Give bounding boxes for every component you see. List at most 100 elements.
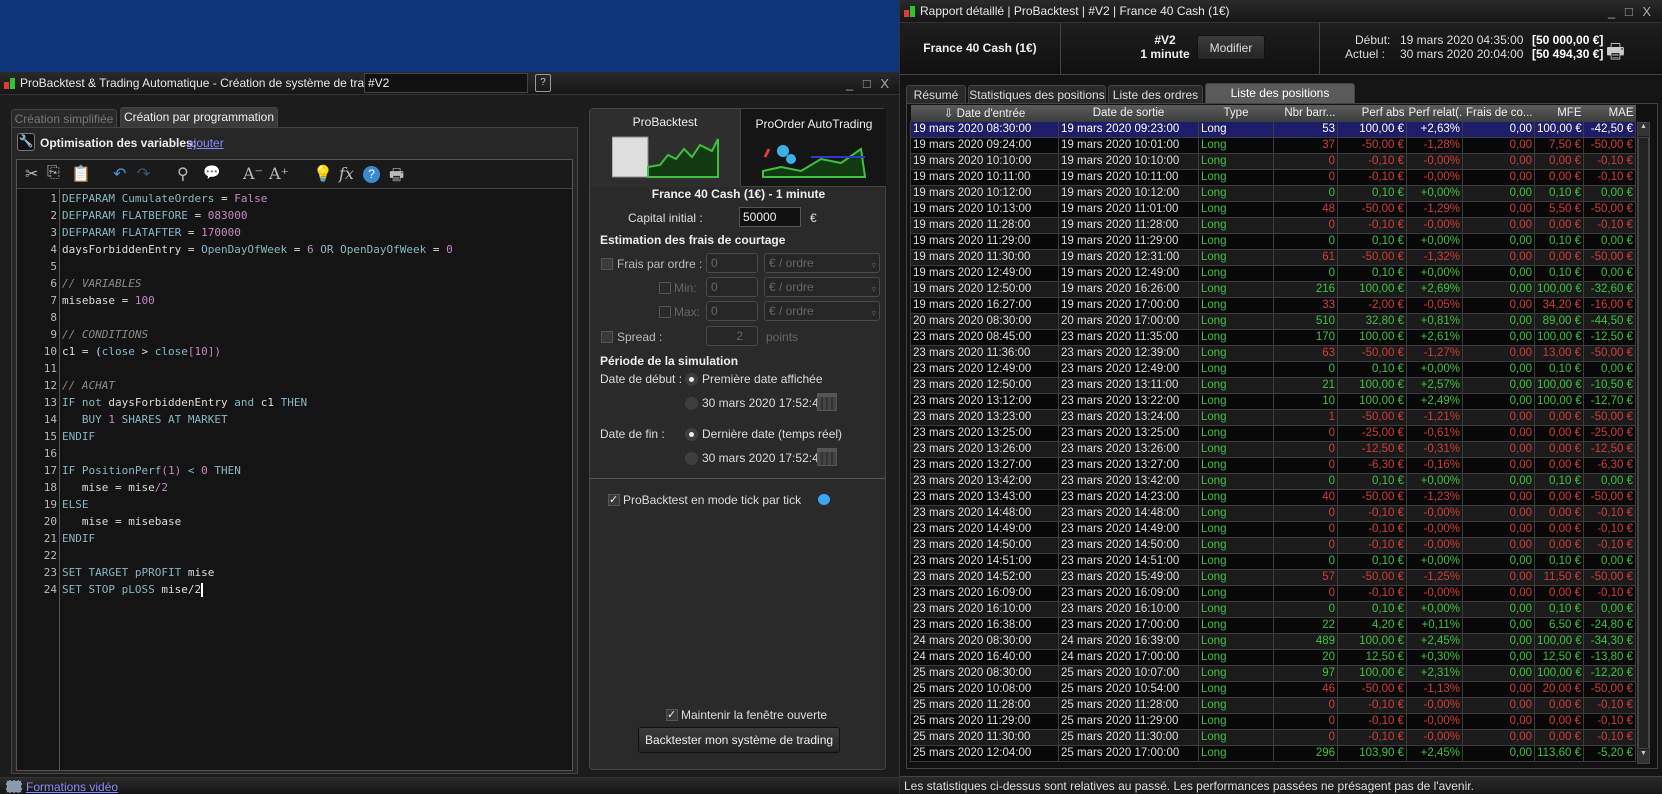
table-row[interactable]: 19 mars 2020 12:50:00 19 mars 2020 16:26:…	[910, 280, 1636, 298]
system-name-input[interactable]	[364, 73, 528, 93]
table-row[interactable]: 19 mars 2020 10:10:00 19 mars 2020 10:10:…	[910, 152, 1636, 170]
undo-icon[interactable]: ↶	[113, 164, 126, 184]
fee-unit-select[interactable]: € / ordre ▿	[764, 253, 880, 273]
table-row[interactable]: 25 mars 2020 11:30:00 25 mars 2020 11:30:…	[910, 728, 1636, 746]
table-row[interactable]: 19 mars 2020 11:29:00 19 mars 2020 11:29:…	[910, 232, 1636, 250]
table-row[interactable]: 19 mars 2020 11:30:00 19 mars 2020 12:31:…	[910, 248, 1636, 266]
table-row[interactable]: 24 mars 2020 08:30:00 24 mars 2020 16:39:…	[910, 632, 1636, 650]
help-document-icon[interactable]: ?	[535, 74, 551, 92]
table-row[interactable]: 25 mars 2020 11:28:00 25 mars 2020 11:28:…	[910, 696, 1636, 714]
column-header[interactable]: Type	[1198, 105, 1274, 121]
table-row[interactable]: 23 mars 2020 13:25:00 23 mars 2020 13:25:…	[910, 424, 1636, 442]
table-row[interactable]: 23 mars 2020 11:36:00 23 mars 2020 12:39:…	[910, 344, 1636, 362]
table-row[interactable]: 23 mars 2020 13:43:00 23 mars 2020 14:23:…	[910, 488, 1636, 506]
run-backtest-button[interactable]: Backtester mon système de trading	[638, 727, 840, 753]
report-tab[interactable]: Liste des ordres	[1108, 85, 1203, 103]
max-input[interactable]: 0	[706, 301, 758, 321]
table-row[interactable]: 19 mars 2020 09:24:00 19 mars 2020 10:01:…	[910, 136, 1636, 154]
column-header[interactable]: MAE	[1583, 105, 1636, 121]
cut-icon[interactable]: ✂	[25, 164, 38, 184]
report-tab[interactable]: Statistiques des positions clôturées	[968, 85, 1106, 120]
scroll-up-icon[interactable]: ▲	[1638, 123, 1649, 136]
table-scrollbar[interactable]: ▲ ▼	[1637, 122, 1650, 764]
table-row[interactable]: 23 mars 2020 14:52:00 23 mars 2020 15:49:…	[910, 568, 1636, 586]
end-realtime-radio[interactable]	[685, 428, 698, 441]
table-row[interactable]: 23 mars 2020 14:49:00 23 mars 2020 14:49:…	[910, 520, 1636, 538]
capital-input[interactable]	[739, 207, 801, 227]
code-editor[interactable]: ✂ ⎘ 📋 ↶ ↷ ⚲ 💬 A⁻ A⁺ 💡 fx ? 🖶 1 DEFPARAM C…	[16, 159, 573, 771]
report-tab[interactable]: Liste des positions clôturées	[1205, 83, 1355, 118]
table-row[interactable]: 23 mars 2020 14:51:00 23 mars 2020 14:51:…	[910, 552, 1636, 570]
table-row[interactable]: 23 mars 2020 13:23:00 23 mars 2020 13:24:…	[910, 408, 1636, 426]
search-icon[interactable]: ⚲	[177, 164, 189, 184]
table-row[interactable]: 19 mars 2020 16:27:00 19 mars 2020 17:00:…	[910, 296, 1636, 314]
fee-per-order-input[interactable]: 0	[706, 253, 758, 273]
print-icon[interactable]: 🖶	[389, 164, 404, 191]
table-row[interactable]: 24 mars 2020 16:40:00 24 mars 2020 17:00:…	[910, 648, 1636, 666]
column-header[interactable]: Date de sortie	[1058, 105, 1199, 121]
paste-icon[interactable]: 📋	[71, 164, 91, 184]
table-row[interactable]: 19 mars 2020 12:49:00 19 mars 2020 12:49:…	[910, 264, 1636, 282]
table-row[interactable]: 25 mars 2020 10:08:00 25 mars 2020 10:54:…	[910, 680, 1636, 698]
report-tab[interactable]: Résumé	[906, 85, 966, 103]
table-row[interactable]: 23 mars 2020 12:50:00 23 mars 2020 13:11:…	[910, 376, 1636, 394]
redo-icon[interactable]: ↷	[137, 164, 150, 184]
table-row[interactable]: 23 mars 2020 13:12:00 23 mars 2020 13:22:…	[910, 392, 1636, 410]
window-controls[interactable]: _ □ X	[846, 76, 892, 91]
table-row[interactable]: 25 mars 2020 11:29:00 25 mars 2020 11:29:…	[910, 712, 1636, 730]
copy-icon[interactable]: ⎘	[47, 164, 60, 182]
video-training-link[interactable]: Formations vidéo	[26, 780, 118, 794]
increase-font-icon[interactable]: A⁺	[269, 164, 289, 183]
min-unit-select[interactable]: € / ordre ▿	[764, 277, 880, 297]
spread-stepper[interactable]: 2	[706, 326, 758, 346]
tab-proorder[interactable]: ProOrder AutoTrading	[740, 109, 886, 187]
modify-button[interactable]: Modifier	[1197, 35, 1265, 60]
max-unit-select[interactable]: € / ordre ▿	[764, 301, 880, 321]
table-row[interactable]: 23 mars 2020 14:48:00 23 mars 2020 14:48:…	[910, 504, 1636, 522]
table-row[interactable]: 23 mars 2020 16:10:00 23 mars 2020 16:10:…	[910, 600, 1636, 618]
table-row[interactable]: 19 mars 2020 10:12:00 19 mars 2020 10:12:…	[910, 184, 1636, 202]
table-row[interactable]: 23 mars 2020 13:27:00 23 mars 2020 13:27:…	[910, 456, 1636, 474]
print-icon[interactable]: 🖶	[1606, 37, 1625, 71]
table-row[interactable]: 23 mars 2020 08:45:00 23 mars 2020 11:35:…	[910, 328, 1636, 346]
end-custom-date-radio[interactable]	[685, 452, 698, 465]
table-row[interactable]: 19 mars 2020 08:30:00 19 mars 2020 09:23:…	[910, 120, 1636, 138]
table-row[interactable]: 19 mars 2020 10:11:00 19 mars 2020 10:11:…	[910, 168, 1636, 186]
function-icon[interactable]: fx	[339, 164, 354, 183]
calendar-icon[interactable]	[817, 448, 837, 466]
min-input[interactable]: 0	[706, 277, 758, 297]
table-row[interactable]: 25 mars 2020 08:30:00 25 mars 2020 10:07:…	[910, 664, 1636, 682]
tab-creation-simplifiee[interactable]: Création simplifiée	[11, 109, 117, 127]
table-row[interactable]: 23 mars 2020 13:26:00 23 mars 2020 13:26:…	[910, 440, 1636, 458]
table-row[interactable]: 23 mars 2020 14:50:00 23 mars 2020 14:50:…	[910, 536, 1636, 554]
keep-open-checkbox[interactable]: ✓	[666, 709, 678, 721]
help-icon[interactable]: ?	[363, 166, 380, 183]
column-header[interactable]: MFE	[1534, 105, 1584, 121]
scroll-thumb[interactable]	[1638, 137, 1649, 749]
min-checkbox[interactable]	[659, 282, 671, 294]
tab-creation-programmation[interactable]: Création par programmation	[120, 107, 278, 127]
info-bubble-icon[interactable]	[818, 494, 830, 505]
start-first-date-radio[interactable]	[685, 373, 698, 386]
column-header[interactable]: Frais de co...	[1462, 105, 1535, 121]
tick-mode-checkbox[interactable]: ✓	[608, 494, 620, 506]
table-row[interactable]: 25 mars 2020 12:04:00 25 mars 2020 17:00:…	[910, 744, 1636, 762]
table-row[interactable]: 19 mars 2020 10:13:00 19 mars 2020 11:01:…	[910, 200, 1636, 218]
column-header[interactable]: Perf abs	[1337, 105, 1407, 121]
table-row[interactable]: 23 mars 2020 12:49:00 23 mars 2020 12:49:…	[910, 360, 1636, 378]
table-row[interactable]: 23 mars 2020 13:42:00 23 mars 2020 13:42:…	[910, 472, 1636, 490]
spread-checkbox[interactable]	[601, 331, 613, 343]
start-custom-date-radio[interactable]	[685, 397, 698, 410]
calendar-icon[interactable]	[817, 393, 837, 411]
table-row[interactable]: 20 mars 2020 08:30:00 20 mars 2020 17:00:…	[910, 312, 1636, 330]
decrease-font-icon[interactable]: A⁻	[243, 164, 263, 183]
table-row[interactable]: 23 mars 2020 16:38:00 23 mars 2020 17:00:…	[910, 616, 1636, 634]
add-variable-link[interactable]: ajouter	[187, 136, 224, 150]
column-header[interactable]: Nbr barr...	[1273, 105, 1338, 121]
lightbulb-icon[interactable]: 💡	[313, 164, 333, 184]
table-row[interactable]: 23 mars 2020 16:09:00 23 mars 2020 16:09:…	[910, 584, 1636, 602]
scroll-down-icon[interactable]: ▼	[1638, 750, 1649, 763]
fee-per-order-checkbox[interactable]	[601, 258, 613, 270]
max-checkbox[interactable]	[659, 306, 671, 318]
column-header[interactable]: Perf relat(...	[1406, 105, 1463, 121]
